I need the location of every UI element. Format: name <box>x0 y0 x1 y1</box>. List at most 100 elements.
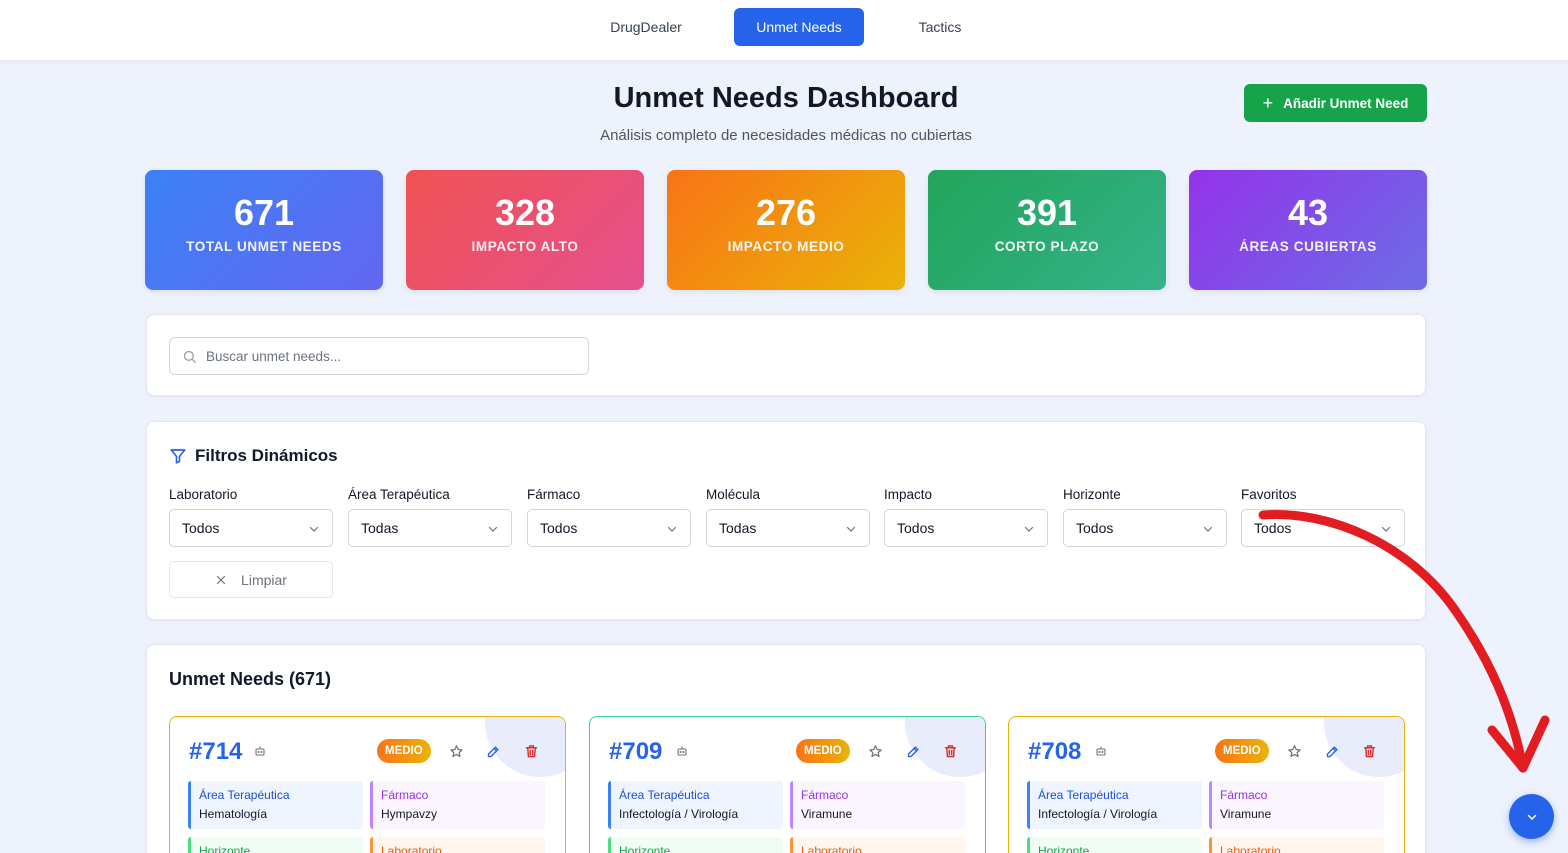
top-navigation: DrugDealer Unmet Needs Tactics <box>0 0 1568 61</box>
stat-value: 328 <box>494 192 556 233</box>
field-horizonte: Horizonte <box>1027 837 1202 853</box>
edit-icon[interactable] <box>486 744 501 759</box>
field-area: Área Terapéutica Infectología / Virologí… <box>608 781 783 829</box>
field-label: Fármaco <box>1220 788 1268 802</box>
scroll-down-button[interactable] <box>1509 794 1554 839</box>
need-card[interactable]: #708 MEDIO Área Terapéutica Infectología… <box>1008 716 1405 853</box>
edit-icon[interactable] <box>1325 744 1340 759</box>
filter-select-favoritos[interactable]: Todos <box>1241 509 1405 547</box>
filter-label-molecula: Molécula <box>706 487 761 502</box>
chevron-down-icon <box>667 526 677 532</box>
stat-label: CORTO PLAZO <box>994 239 1100 254</box>
field-label: Horizonte <box>199 844 251 853</box>
filter-value: Todos <box>897 520 935 536</box>
trash-icon[interactable] <box>524 744 539 759</box>
needs-panel: Unmet Needs (671) #714 MEDIO Área Terapé… <box>146 644 1426 853</box>
nav-drugdealer[interactable]: DrugDealer <box>596 8 696 46</box>
field-laboratorio: Laboratorio <box>1209 837 1384 853</box>
stat-label: TOTAL UNMET NEEDS <box>186 239 342 254</box>
need-id: #714 <box>189 738 243 765</box>
field-label: Área Terapéutica <box>619 788 710 802</box>
field-horizonte: Horizonte <box>608 837 783 853</box>
field-label: Fármaco <box>381 788 429 802</box>
star-icon[interactable] <box>868 744 883 759</box>
search-panel <box>146 314 1426 396</box>
field-value: Hympavzy <box>381 807 438 821</box>
field-laboratorio: Laboratorio <box>370 837 545 853</box>
filter-label-horizonte: Horizonte <box>1063 487 1121 502</box>
filter-label-impacto: Impacto <box>884 487 933 502</box>
chevron-down-icon <box>1024 526 1034 532</box>
field-laboratorio: Laboratorio <box>790 837 965 853</box>
field-value: Infectología / Virología <box>619 807 739 821</box>
stat-value: 43 <box>1287 192 1329 233</box>
filters-header: Filtros Dinámicos <box>169 446 338 466</box>
filter-select-area[interactable]: Todas <box>348 509 512 547</box>
edit-icon[interactable] <box>906 744 921 759</box>
field-value: Viramune <box>1220 807 1272 821</box>
search-icon <box>183 350 196 363</box>
chevron-down-icon <box>488 526 498 532</box>
need-card[interactable]: #714 MEDIO Área Terapéutica Hematología … <box>169 716 566 853</box>
chevron-down-icon <box>846 526 856 532</box>
filter-value: Todos <box>182 520 220 536</box>
nav-tactics[interactable]: Tactics <box>900 8 980 46</box>
add-unmet-need-button[interactable]: + Añadir Unmet Need <box>1244 84 1427 122</box>
field-area: Área Terapéutica Hematología <box>188 781 363 829</box>
stat-card-impacto-medio: 276 IMPACTO MEDIO <box>667 170 905 290</box>
field-label: Laboratorio <box>1220 844 1281 853</box>
trash-icon[interactable] <box>943 744 958 759</box>
field-farmaco: Fármaco Viramune <box>790 781 965 829</box>
field-label: Laboratorio <box>801 844 862 853</box>
need-card[interactable]: #709 MEDIO Área Terapéutica Infectología… <box>589 716 986 853</box>
filter-select-molecula[interactable]: Todas <box>706 509 870 547</box>
stat-value: 391 <box>1016 192 1078 233</box>
field-area: Área Terapéutica Infectología / Virologí… <box>1027 781 1202 829</box>
field-value: Hematología <box>199 807 268 821</box>
field-value: Infectología / Virología <box>1038 807 1158 821</box>
stat-card-corto-plazo: 391 CORTO PLAZO <box>928 170 1166 290</box>
filter-select-laboratorio[interactable]: Todos <box>169 509 333 547</box>
field-horizonte: Horizonte <box>188 837 363 853</box>
stat-label: IMPACTO MEDIO <box>727 239 845 254</box>
plus-icon: + <box>1262 93 1274 113</box>
clear-filters-label: Limpiar <box>241 571 287 588</box>
search-input[interactable] <box>206 338 576 374</box>
field-label: Fármaco <box>801 788 849 802</box>
filter-select-impacto[interactable]: Todos <box>884 509 1048 547</box>
field-farmaco: Fármaco Viramune <box>1209 781 1384 829</box>
impact-badge: MEDIO <box>1215 739 1269 763</box>
field-label: Laboratorio <box>381 844 442 853</box>
clear-filters-button[interactable]: Limpiar <box>169 561 333 598</box>
stat-value: 671 <box>233 192 295 233</box>
impact-badge: MEDIO <box>377 739 431 763</box>
impact-badge: MEDIO <box>796 739 850 763</box>
search-field[interactable] <box>169 337 589 375</box>
page-subtitle: Análisis completo de necesidades médicas… <box>600 127 972 144</box>
field-label: Horizonte <box>619 844 671 853</box>
filter-label-laboratorio: Laboratorio <box>169 487 238 502</box>
filters-panel: Filtros Dinámicos Laboratorio Todos Área… <box>146 421 1426 620</box>
stat-card-areas-cubiertas: 43 ÁREAS CUBIERTAS <box>1189 170 1427 290</box>
filter-label-farmaco: Fármaco <box>527 487 581 502</box>
stat-label: IMPACTO ALTO <box>471 239 579 254</box>
filter-value: Todas <box>719 520 757 536</box>
nav-unmet-needs[interactable]: Unmet Needs <box>734 8 864 46</box>
robot-icon <box>677 746 687 756</box>
filter-value: Todas <box>361 520 399 536</box>
chevron-down-icon <box>1203 526 1213 532</box>
stat-card-impacto-alto: 328 IMPACTO ALTO <box>406 170 644 290</box>
filter-value: Todos <box>1076 520 1114 536</box>
star-icon[interactable] <box>1287 744 1302 759</box>
filter-select-farmaco[interactable]: Todos <box>527 509 691 547</box>
trash-icon[interactable] <box>1362 744 1377 759</box>
star-icon[interactable] <box>449 744 464 759</box>
robot-icon <box>1096 746 1106 756</box>
field-value: Viramune <box>801 807 853 821</box>
stat-label: ÁREAS CUBIERTAS <box>1239 239 1377 254</box>
needs-list-title: Unmet Needs (671) <box>169 669 332 689</box>
field-farmaco: Fármaco Hympavzy <box>370 781 545 829</box>
filter-select-horizonte[interactable]: Todos <box>1063 509 1227 547</box>
filter-icon <box>170 449 186 464</box>
chevron-down-icon <box>1527 814 1536 820</box>
